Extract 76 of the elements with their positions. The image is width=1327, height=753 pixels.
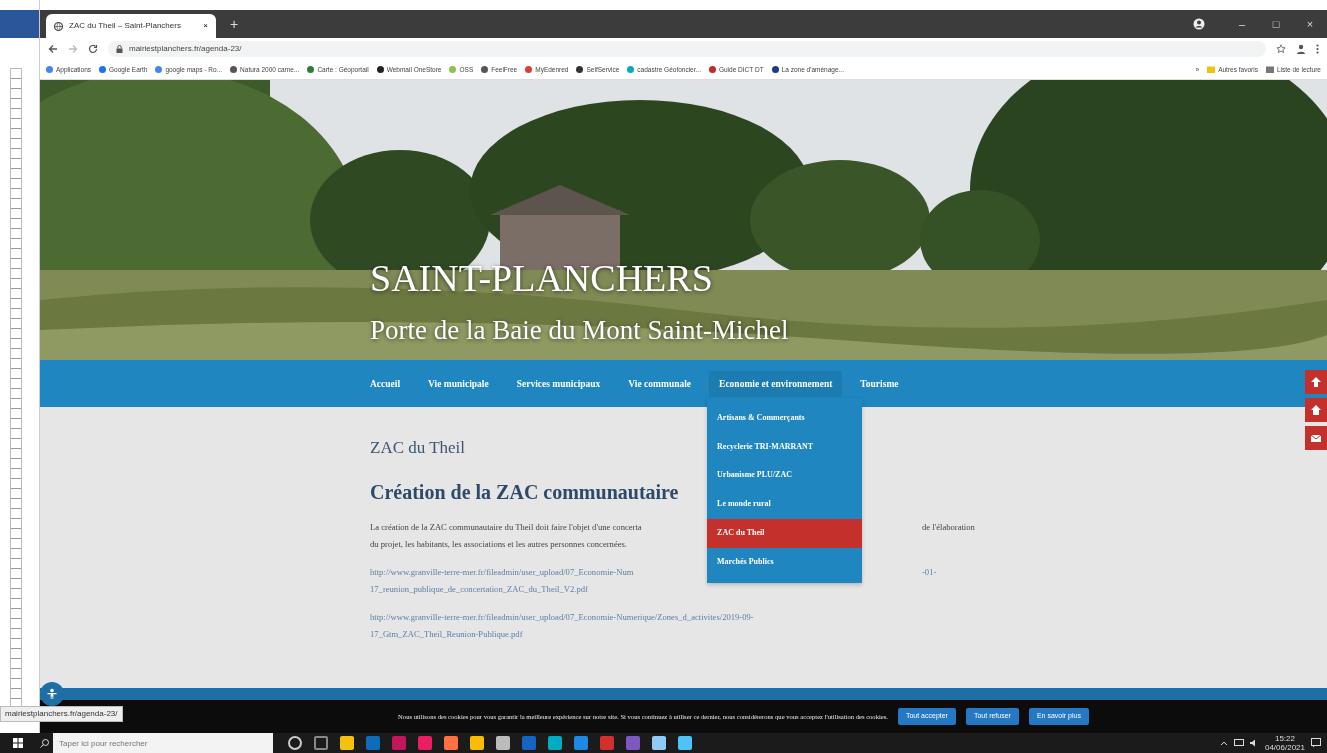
bookmark-icon (627, 66, 635, 73)
bookmark-icon (99, 66, 107, 73)
menu-item[interactable]: Marchés Publics (707, 547, 863, 577)
bookmark-icon (449, 66, 457, 73)
paragraph-text: de l'élaboration (922, 520, 975, 534)
folder-icon (1265, 66, 1274, 73)
document-link[interactable]: 17_reunion_publique_de_concertation_ZAC_du_Theil_V2.pdf (370, 580, 588, 598)
network-icon[interactable] (1233, 739, 1244, 747)
person-icon (46, 688, 58, 700)
nav-link[interactable]: Services municipaux (506, 370, 611, 398)
side-button[interactable] (1305, 426, 1327, 450)
menu-item[interactable]: Artisans & Commerçants (707, 403, 863, 433)
paragraph-text: du projet, les habitants, les associations et les autres personnes concernées. (370, 537, 628, 551)
menu-item[interactable]: Recyclerie TRI-MARRANT (707, 432, 863, 462)
nav-link[interactable]: Economie et environnement (709, 370, 843, 398)
tab-close-button[interactable]: × (203, 20, 208, 32)
star-icon[interactable] (1276, 44, 1286, 54)
clock-time: 15:22 (1273, 733, 1296, 743)
chevron-up-icon[interactable] (1219, 740, 1228, 746)
close-button[interactable]: × (1293, 14, 1327, 34)
lock-icon (116, 45, 123, 53)
bookmark-icon (376, 66, 384, 73)
tab-title: ZAC du Theil – Saint-Planchers (69, 20, 182, 32)
search-icon (40, 738, 49, 748)
maximize-button[interactable]: □ (1259, 14, 1293, 34)
site-title: SAINT-PLANCHERS (370, 258, 714, 300)
nav-link[interactable]: Vie municipale (418, 370, 499, 398)
browser-tab[interactable]: ZAC du Theil – Saint-Planchers × (46, 14, 216, 38)
accessibility-button[interactable] (40, 682, 64, 706)
bookmark-icon (771, 66, 779, 73)
site-subtitle: Porte de la Baie du Mont Saint-Michel (370, 313, 789, 347)
url-text: mairiestplanchers.fr/agenda-23/ (129, 43, 242, 55)
bookmark-icon (230, 66, 238, 73)
mail-icon (1310, 432, 1322, 444)
more-icon[interactable] (1316, 44, 1319, 54)
address-bar[interactable]: mairiestplanchers.fr/agenda-23/ (108, 41, 1266, 57)
document-link[interactable]: -01- (922, 563, 937, 581)
clock-date: 04/06/2021 (1264, 743, 1305, 753)
nav-link[interactable]: Accueil (360, 370, 411, 398)
document-link[interactable]: 17_Gtm_ZAC_Theil_Reunion-Publique.pdf (370, 625, 523, 643)
windows-icon (13, 738, 23, 748)
page-title: ZAC du Theil (370, 437, 466, 459)
menu-item[interactable]: Urbanisme PLU/ZAC (707, 461, 863, 491)
section-heading: Création de la ZAC communautaire (370, 479, 679, 505)
bookmark-icon (307, 66, 315, 73)
taskbar-search-field[interactable]: Taper ici pour rechercher (53, 733, 273, 753)
paragraph-text: La création de la ZAC communautaire du Theil doit faire l'objet d'une concerta (370, 521, 642, 532)
new-tab-button[interactable]: + (224, 12, 245, 36)
globe-icon (54, 21, 63, 31)
taskbar-app-icon[interactable] (288, 736, 302, 750)
home-icon (1310, 404, 1322, 416)
bookmark-icon (576, 66, 584, 73)
account-icon[interactable] (1296, 44, 1306, 54)
folder-icon (1207, 66, 1216, 73)
menu-item[interactable]: Le monde rural (707, 490, 863, 520)
notification-icon[interactable] (1311, 738, 1321, 748)
status-url: mairiestplanchers.fr/agenda-23/ (0, 706, 123, 722)
side-button[interactable] (1305, 370, 1327, 394)
menu-item[interactable]: ZAC du Theil (707, 519, 863, 548)
bookmark-icon (525, 66, 533, 73)
arrow-up-icon (1310, 376, 1322, 388)
nav-link[interactable]: Tourisme (850, 370, 909, 398)
window-titlebar (0, 10, 39, 38)
document-link[interactable]: http://www.granville-terre-mer.fr/fileadmin/user_upload/07_Economie-Num (370, 566, 634, 577)
bookmark-icon (46, 66, 53, 73)
bookmark-icon (708, 66, 716, 73)
bookmark-icon (155, 66, 163, 73)
profile-icon[interactable] (1193, 18, 1205, 30)
nav-link[interactable]: Vie communale (618, 370, 702, 398)
bookmark-icon (481, 66, 489, 73)
minimize-button[interactable]: – (1225, 14, 1259, 34)
side-button[interactable] (1305, 398, 1327, 422)
taskbar-app-icon[interactable] (314, 736, 328, 750)
back-icon[interactable] (48, 44, 58, 54)
document-link[interactable]: http://www.granville-terre-mer.fr/fileadmin/user_upload/07_Economie-Numerique/Zones_d_activites/2019-09- (370, 608, 754, 626)
reload-icon[interactable] (88, 44, 98, 54)
